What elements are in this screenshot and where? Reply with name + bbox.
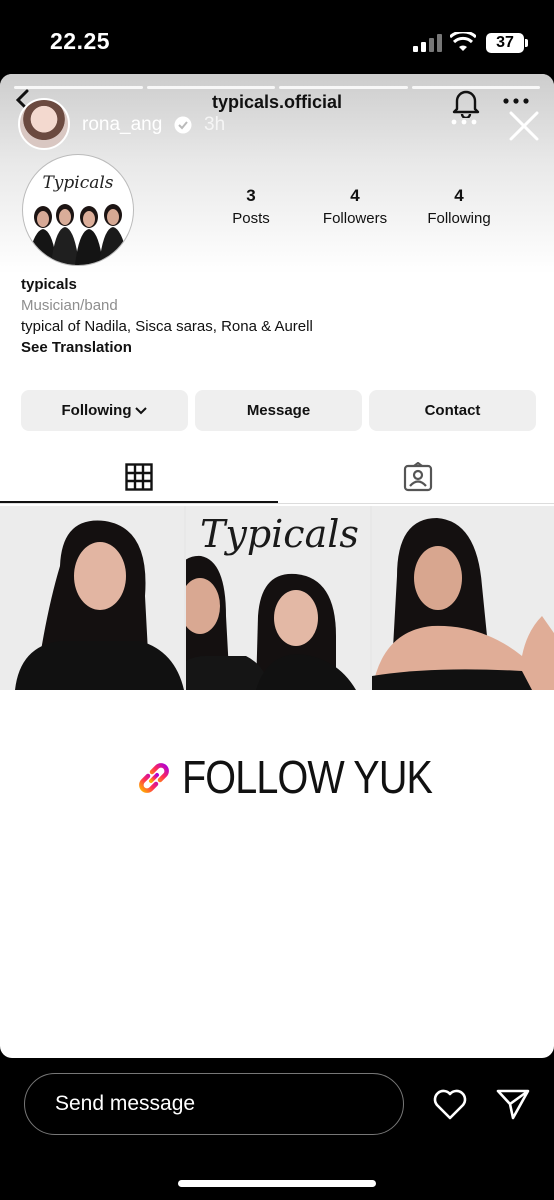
- cellular-signal-icon: [413, 34, 442, 52]
- wifi-icon: [450, 32, 476, 51]
- story-timestamp: 3h: [204, 114, 226, 135]
- stat-value: 4: [454, 186, 464, 205]
- post-image: [372, 506, 554, 690]
- stat-label: Followers: [322, 210, 388, 227]
- status-time: 22.25: [50, 28, 111, 54]
- heart-icon[interactable]: [432, 1087, 468, 1121]
- home-indicator: [178, 1180, 376, 1187]
- post-logo-text: Typicals: [200, 512, 359, 556]
- tab-divider: [0, 503, 554, 504]
- story-options-icon[interactable]: [450, 118, 478, 126]
- send-message-input[interactable]: Send message: [24, 1073, 404, 1135]
- contact-button-label: Contact: [424, 402, 481, 419]
- more-options-icon[interactable]: [502, 96, 530, 106]
- following-button[interactable]: Following: [21, 390, 188, 431]
- bell-icon[interactable]: [452, 88, 480, 118]
- see-translation-link[interactable]: See Translation: [21, 339, 132, 356]
- close-icon[interactable]: [508, 110, 540, 142]
- stat-value: 4: [350, 186, 360, 205]
- tagged-tab-icon[interactable]: [403, 462, 433, 492]
- verified-badge-icon: [174, 116, 192, 134]
- profile-category: Musician/band: [21, 297, 118, 314]
- post-tile-3[interactable]: [372, 506, 554, 690]
- message-button[interactable]: Message: [195, 390, 362, 431]
- progress-segment: [279, 86, 408, 89]
- stat-posts[interactable]: 3 Posts: [206, 186, 296, 227]
- follow-sticker-text[interactable]: FOLLOW YUK: [182, 750, 433, 804]
- progress-segment: [146, 86, 275, 89]
- profile-avatar[interactable]: Typicals: [22, 154, 134, 266]
- send-icon[interactable]: [496, 1088, 530, 1120]
- story-author-username[interactable]: rona_ang: [82, 114, 162, 136]
- message-button-label: Message: [246, 402, 311, 419]
- story-card[interactable]: typicals.official rona_ang 3h Typicals 3…: [0, 74, 554, 1058]
- post-tile-1[interactable]: [0, 506, 184, 690]
- chevron-down-icon: [135, 406, 148, 414]
- battery-indicator: 37: [486, 33, 528, 53]
- profile-display-name: typicals: [21, 276, 77, 293]
- stat-followers[interactable]: 4 Followers: [310, 186, 400, 227]
- post-image: [0, 506, 184, 690]
- contact-button[interactable]: Contact: [369, 390, 536, 431]
- story-author-avatar[interactable]: [18, 98, 70, 150]
- avatar-logo-text: Typicals: [42, 173, 114, 193]
- following-button-label: Following: [61, 402, 132, 419]
- stat-label: Posts: [232, 210, 270, 227]
- stat-label: Following: [427, 210, 491, 227]
- post-grid: Typicals: [0, 506, 554, 690]
- profile-bio: typical of Nadila, Sisca saras, Rona & A…: [21, 318, 313, 335]
- link-icon[interactable]: [134, 758, 174, 798]
- group-photo-image: [27, 204, 129, 265]
- stat-following[interactable]: 4 Following: [414, 186, 504, 227]
- grid-tab-icon[interactable]: [125, 463, 153, 491]
- stat-value: 3: [246, 186, 256, 205]
